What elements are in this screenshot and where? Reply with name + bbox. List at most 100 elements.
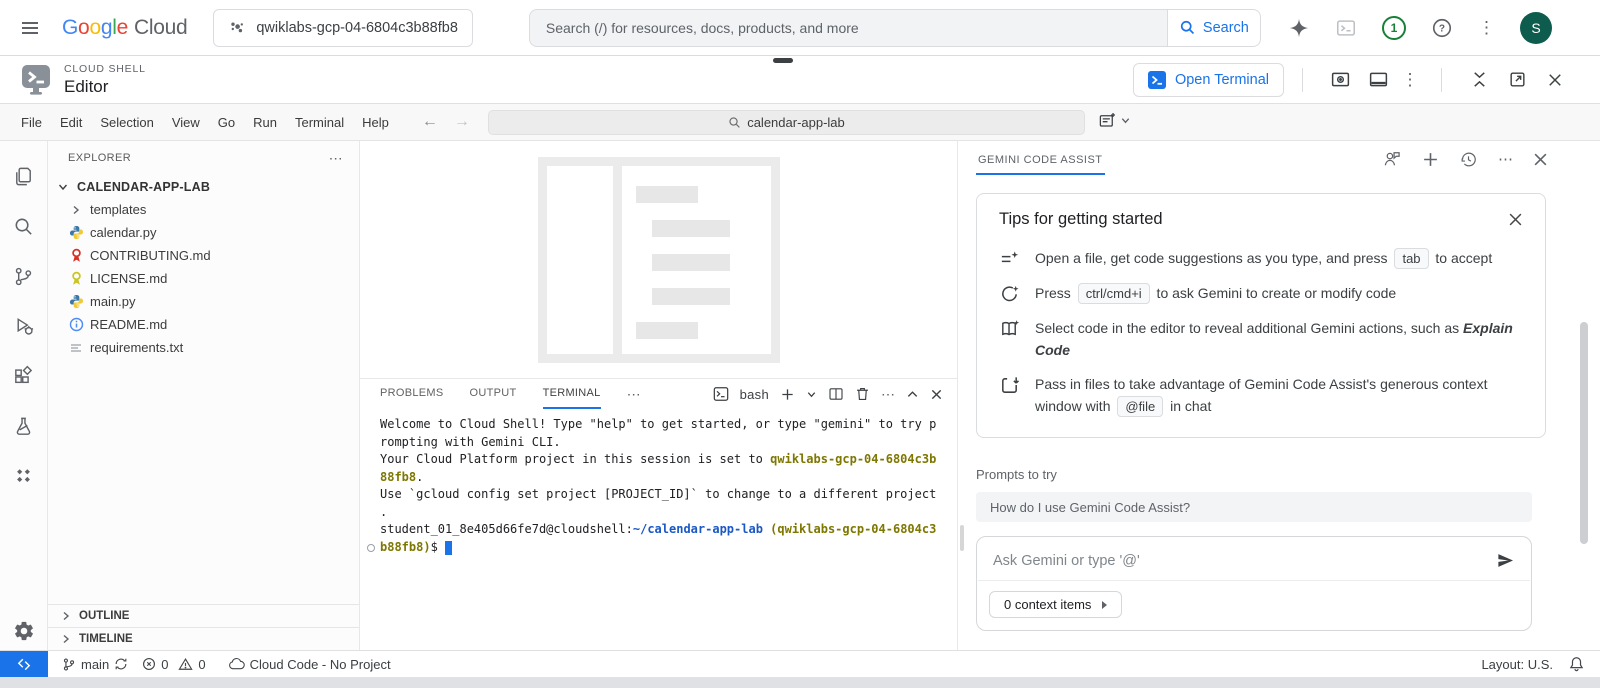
tips-title: Tips for getting started [999, 210, 1163, 229]
gemini-sparkle-icon[interactable] [1288, 17, 1310, 39]
tree-root-folder[interactable]: CALENDAR-APP-LAB [48, 175, 359, 198]
file-item-main-py[interactable]: main.py [48, 290, 359, 313]
editor-layout-control[interactable] [1098, 111, 1131, 130]
search-view-icon[interactable] [0, 201, 47, 251]
open-terminal-button[interactable]: Open Terminal [1133, 63, 1284, 97]
back-icon[interactable]: ← [422, 113, 438, 131]
file-item-license-md[interactable]: LICENSE.md [48, 267, 359, 290]
gemini-diamonds-icon[interactable] [0, 451, 47, 501]
file-item-requirements-txt[interactable]: requirements.txt [48, 336, 359, 359]
context-row: 0 context items [977, 581, 1531, 630]
tab-output[interactable]: OUTPUT [470, 379, 517, 409]
tips-close-icon[interactable] [1508, 212, 1523, 227]
file-item-readme-md[interactable]: README.md [48, 313, 359, 336]
toggle-panel-icon[interactable] [1359, 65, 1397, 95]
workspace-search-input[interactable]: calendar-app-lab [488, 110, 1085, 135]
run-debug-icon[interactable] [0, 301, 47, 351]
cloud-code-status[interactable]: Cloud Code - No Project [228, 657, 391, 672]
help-icon[interactable]: ? [1431, 17, 1453, 39]
gemini-input[interactable]: Ask Gemini or type '@' [993, 553, 1140, 569]
ribbon-red-icon [68, 248, 84, 263]
panel-tabs-more-icon[interactable]: ⋯ [627, 386, 641, 403]
main-menu-icon[interactable] [18, 16, 42, 40]
tip-text: Pass in files to take advantage of Gemin… [1035, 374, 1523, 417]
menu-help[interactable]: Help [353, 115, 398, 130]
history-icon[interactable] [1459, 150, 1478, 169]
terminal-line: student_01_8e405d66fe7d@cloudshell:~/cal… [380, 521, 947, 539]
gemini-more-icon[interactable]: ⋯ [1498, 150, 1513, 168]
sidebar-sections: OUTLINETIMELINE [48, 604, 359, 650]
tab-terminal[interactable]: TERMINAL [543, 379, 601, 409]
menu-edit[interactable]: Edit [51, 115, 91, 130]
menu-terminal[interactable]: Terminal [286, 115, 353, 130]
file-item-calendar-py[interactable]: calendar.py [48, 221, 359, 244]
section-outline[interactable]: OUTLINE [48, 604, 359, 627]
avatar[interactable]: S [1520, 12, 1552, 44]
terminal-line: Welcome to Cloud Shell! Type "help" to g… [380, 416, 947, 434]
bash-terminal-icon [713, 386, 729, 402]
keyboard-layout-label[interactable]: Layout: U.S. [1481, 657, 1553, 672]
collapse-icon[interactable] [1460, 65, 1498, 95]
close-panel-icon[interactable] [930, 388, 943, 401]
forward-icon[interactable]: → [454, 113, 470, 131]
split-terminal-icon[interactable] [828, 386, 844, 402]
google-cloud-logo[interactable]: Google Cloud [62, 16, 187, 40]
open-in-new-icon[interactable] [1498, 65, 1536, 95]
resize-handle[interactable] [773, 58, 793, 63]
section-timeline[interactable]: TIMELINE [48, 627, 359, 650]
history-nav: ← → [422, 113, 470, 131]
sidebar-spacer [48, 359, 359, 604]
web-preview-icon[interactable] [1321, 65, 1359, 95]
context-items-button[interactable]: 0 context items [989, 591, 1122, 618]
global-search: Search (/) for resources, docs, products… [529, 9, 1261, 47]
chevron-right-icon [58, 634, 74, 644]
extensions-icon[interactable] [0, 351, 47, 401]
project-selector[interactable]: qwiklabs-gcp-04-6804c3b88fb8 [213, 9, 473, 47]
gemini-panel-title[interactable]: GEMINI CODE ASSIST [976, 143, 1105, 175]
file-item-contributing-md[interactable]: CONTRIBUTING.md [48, 244, 359, 267]
prompt-suggestion[interactable]: How do I use Gemini Code Assist? [976, 492, 1532, 522]
shell-type-label[interactable]: bash [740, 387, 769, 402]
prompts-label: Prompts to try [976, 467, 1600, 482]
cloud-shell-toggle-icon[interactable] [1335, 17, 1357, 39]
menu-go[interactable]: Go [209, 115, 244, 130]
terminal-dropdown-icon[interactable] [806, 389, 817, 400]
problems-status[interactable]: 0 0 [142, 657, 205, 672]
gemini-input-card: Ask Gemini or type '@' 0 context items [976, 536, 1532, 631]
menu-file[interactable]: File [12, 115, 51, 130]
file-label: LICENSE.md [90, 271, 167, 286]
global-search-button[interactable]: Search [1167, 9, 1261, 47]
explorer-files-icon[interactable] [0, 151, 47, 201]
close-icon[interactable] [1536, 65, 1574, 95]
panel-resize-thumb[interactable] [960, 525, 964, 551]
explorer-header: EXPLORER ⋯ [48, 141, 359, 175]
global-search-input[interactable]: Search (/) for resources, docs, products… [529, 9, 1167, 47]
notifications-badge[interactable]: 1 [1382, 16, 1406, 40]
tab-problems[interactable]: PROBLEMS [380, 379, 444, 409]
new-chat-icon[interactable] [1422, 151, 1439, 168]
lab-flask-icon[interactable] [0, 401, 47, 451]
explorer-more-icon[interactable]: ⋯ [329, 150, 343, 167]
maximize-panel-icon[interactable] [906, 388, 919, 401]
settings-gear-icon[interactable] [0, 620, 47, 642]
more-options-icon[interactable]: ⋮ [1478, 18, 1495, 38]
git-branch-status[interactable]: main [62, 657, 128, 672]
kill-terminal-icon[interactable] [855, 386, 870, 402]
root-folder-label: CALENDAR-APP-LAB [77, 180, 210, 194]
terminal-output[interactable]: Welcome to Cloud Shell! Type "help" to g… [360, 409, 957, 650]
shell-more-options-icon[interactable]: ⋮ [1397, 65, 1423, 95]
source-control-icon[interactable] [0, 251, 47, 301]
menu-view[interactable]: View [163, 115, 209, 130]
menu-run[interactable]: Run [244, 115, 286, 130]
menu-selection[interactable]: Selection [91, 115, 162, 130]
vertical-scrollbar[interactable] [1580, 322, 1588, 544]
notifications-bell-icon[interactable] [1569, 656, 1584, 672]
send-icon[interactable] [1496, 551, 1515, 570]
file-item-templates[interactable]: templates [48, 198, 359, 221]
remote-indicator[interactable] [0, 651, 48, 677]
panel-tabs: PROBLEMS OUTPUT TERMINAL [380, 379, 627, 409]
gemini-close-icon[interactable] [1533, 152, 1548, 167]
new-terminal-icon[interactable] [780, 387, 795, 402]
panel-more-icon[interactable]: ⋯ [881, 386, 895, 403]
user-chat-icon[interactable] [1382, 149, 1402, 169]
